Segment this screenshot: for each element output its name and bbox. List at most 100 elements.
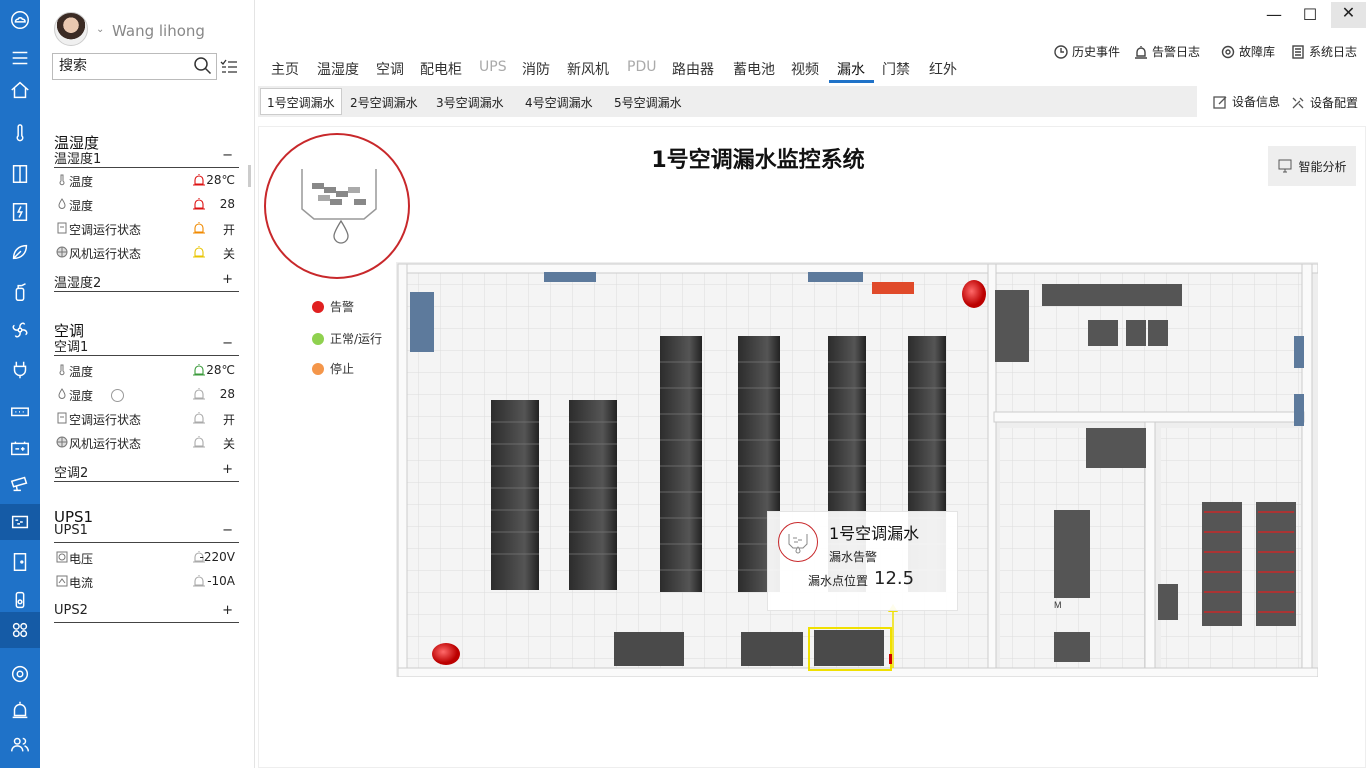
fault-library-link[interactable]: 故障库 xyxy=(1220,43,1275,60)
legend-item: 正常/运行 xyxy=(312,330,382,347)
extinguisher-nav-icon[interactable] xyxy=(0,274,40,310)
search-icon[interactable] xyxy=(193,56,213,79)
avatar[interactable] xyxy=(54,12,88,46)
legend-item: 停止 xyxy=(312,360,354,377)
alarm-log-link[interactable]: 告警日志 xyxy=(1133,43,1200,60)
camera-nav-icon[interactable] xyxy=(0,466,40,502)
router-nav-icon[interactable] xyxy=(0,392,40,428)
sensor-row[interactable]: 空调运行状态 开 xyxy=(54,218,239,240)
alarm-nav-icon[interactable] xyxy=(0,692,40,728)
tab-8[interactable]: 路由器 xyxy=(672,59,714,79)
home-icon[interactable] xyxy=(0,72,40,108)
water-leak-nav-icon[interactable] xyxy=(0,504,40,540)
disabled-icon xyxy=(111,389,124,402)
expand-toggle-icon[interactable]: − xyxy=(222,148,233,163)
sensor-row[interactable]: 湿度 28 xyxy=(54,384,239,406)
group-row[interactable]: 温湿度2 + xyxy=(54,272,239,292)
group-row[interactable]: 温湿度1 − xyxy=(54,148,239,168)
alarm-icon xyxy=(193,575,205,587)
user-name[interactable]: Wang lihong xyxy=(112,22,205,40)
subtab-3[interactable]: 3号空调漏水 xyxy=(436,94,504,111)
legend-item: 告警 xyxy=(312,298,354,315)
alarm-icon xyxy=(193,246,205,258)
alarm-icon xyxy=(193,174,205,186)
scrollbar[interactable] xyxy=(248,165,251,187)
tab-9[interactable]: 蓄电池 xyxy=(733,59,775,79)
users-nav-icon[interactable] xyxy=(0,726,40,762)
sensor-row[interactable]: 温度 28℃ xyxy=(54,360,239,382)
leak-tooltip: 1号空调漏水 漏水告警 漏水点位置 12.5 xyxy=(767,511,958,611)
sensor-label: 湿度 xyxy=(69,389,94,403)
settings-nav-icon[interactable] xyxy=(0,656,40,692)
tab-6[interactable]: 新风机 xyxy=(567,59,609,79)
tooltip-position-value: 12.5 xyxy=(874,568,915,589)
tab-2[interactable]: 空调 xyxy=(376,59,404,79)
thermometer-nav-icon[interactable] xyxy=(0,116,40,152)
subtab-1[interactable]: 1号空调漏水 xyxy=(267,94,335,111)
group-name: 温湿度2 xyxy=(54,276,102,291)
chevron-down-icon[interactable]: ⌄ xyxy=(96,24,104,35)
water-leak-icon xyxy=(778,522,818,562)
sensor-value: 28 xyxy=(219,197,235,211)
leaf-nav-icon[interactable] xyxy=(0,234,40,270)
subtab-4[interactable]: 4号空调漏水 xyxy=(525,94,593,111)
expand-toggle-icon[interactable]: − xyxy=(222,336,233,351)
current-icon xyxy=(56,575,68,587)
expand-toggle-icon[interactable]: + xyxy=(222,462,233,477)
device-info-button[interactable]: 设备信息 xyxy=(1212,93,1280,110)
grid-nav-icon[interactable] xyxy=(0,612,40,648)
group-name: 空调2 xyxy=(54,466,89,481)
expand-toggle-icon[interactable]: + xyxy=(222,603,233,618)
group-row[interactable]: UPS2 + xyxy=(54,603,239,623)
tab-1[interactable]: 温湿度 xyxy=(317,59,359,79)
alarm-icon xyxy=(193,198,205,210)
plug-nav-icon[interactable] xyxy=(0,352,40,388)
device-config-button[interactable]: 设备配置 xyxy=(1290,94,1358,111)
sensor-value: 28℃ xyxy=(206,363,235,377)
device-panel: ⌄ Wang lihong 搜索 温湿度 温湿度1− 温湿度2 + 温度 28℃ 湿度 28 空… xyxy=(40,0,255,768)
fan-nav-icon[interactable] xyxy=(0,312,40,348)
menu-icon[interactable] xyxy=(0,40,40,76)
tab-0[interactable]: 主页 xyxy=(271,59,299,79)
cabinet-nav-icon[interactable] xyxy=(0,156,40,192)
group-row[interactable]: 空调1 − xyxy=(54,336,239,356)
tab-10[interactable]: 视频 xyxy=(791,59,819,79)
group-name: 温湿度1 xyxy=(54,152,102,167)
sensor-value: 开 xyxy=(222,413,235,427)
alarm-icon xyxy=(193,388,205,400)
filter-list-icon[interactable] xyxy=(220,58,238,77)
tab-3[interactable]: 配电柜 xyxy=(420,59,462,79)
sensor-row[interactable]: 空调运行状态 开 xyxy=(54,408,239,430)
battery-nav-icon[interactable] xyxy=(0,430,40,466)
sensor-row[interactable]: 风机运行状态 关 xyxy=(54,242,239,264)
sensor-row[interactable]: 温度 28℃ xyxy=(54,170,239,192)
close-button[interactable]: ✕ xyxy=(1331,2,1366,28)
power-nav-icon[interactable] xyxy=(0,194,40,230)
tab-5[interactable]: 消防 xyxy=(522,59,550,79)
tab-11[interactable]: 漏水 xyxy=(837,59,865,79)
subtab-5[interactable]: 5号空调漏水 xyxy=(614,94,682,111)
expand-toggle-icon[interactable]: − xyxy=(222,523,233,538)
maximize-button[interactable]: ☐ xyxy=(1295,4,1325,26)
expand-toggle-icon[interactable]: + xyxy=(222,272,233,287)
group-row[interactable]: UPS1 − xyxy=(54,523,239,543)
sensor-label: 温度 xyxy=(69,175,94,189)
smart-analysis-button[interactable]: 智能分析 xyxy=(1268,146,1356,186)
history-events-link[interactable]: 历史事件 xyxy=(1053,43,1120,60)
droplet-icon xyxy=(58,198,66,209)
subtab-2[interactable]: 2号空调漏水 xyxy=(350,94,418,111)
sensor-row[interactable]: 湿度 28 xyxy=(54,194,239,216)
tab-12[interactable]: 门禁 xyxy=(882,59,910,79)
minimize-button[interactable]: — xyxy=(1259,4,1289,26)
tooltip-position-label: 漏水点位置 xyxy=(808,574,869,588)
tooltip-status: 漏水告警 xyxy=(829,550,878,564)
sensor-row[interactable]: 电压 -220V xyxy=(54,547,239,569)
tab-13[interactable]: 红外 xyxy=(929,59,957,79)
tab-7[interactable]: PDU xyxy=(627,59,656,75)
sensor-row[interactable]: 电流 -10A xyxy=(54,571,239,593)
door-nav-icon[interactable] xyxy=(0,544,40,580)
system-log-link[interactable]: 系统日志 xyxy=(1290,43,1357,60)
sensor-row[interactable]: 风机运行状态 关 xyxy=(54,432,239,454)
group-row[interactable]: 空调2 + xyxy=(54,462,239,482)
tab-4[interactable]: UPS xyxy=(479,59,507,75)
